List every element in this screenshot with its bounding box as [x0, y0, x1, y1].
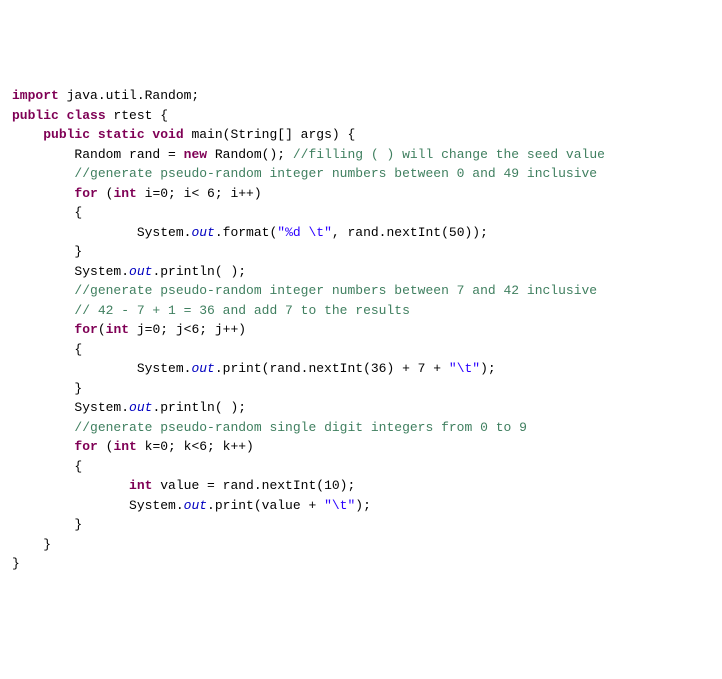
code-token: .println( );: [152, 400, 246, 415]
code-line: {: [12, 203, 710, 223]
code-token: System.: [12, 498, 184, 513]
code-token: //generate pseudo-random integer numbers…: [74, 166, 597, 181]
code-token: }: [12, 517, 82, 532]
code-token: for: [74, 186, 97, 201]
code-line: System.out.println( );: [12, 398, 710, 418]
code-token: out: [184, 498, 207, 513]
code-token: .print(value +: [207, 498, 324, 513]
code-token: java.util.Random;: [59, 88, 199, 103]
code-token: k=0; k<6; k++): [137, 439, 254, 454]
code-token: //generate pseudo-random integer numbers…: [74, 283, 597, 298]
code-token: main(String[] args) {: [184, 127, 356, 142]
code-token: int: [113, 439, 136, 454]
code-token: System.: [12, 225, 191, 240]
code-token: System.: [12, 400, 129, 415]
code-token: [12, 166, 74, 181]
code-token: "\t": [324, 498, 355, 513]
code-token: [12, 439, 74, 454]
code-token: Random();: [207, 147, 293, 162]
code-line: {: [12, 340, 710, 360]
code-token: int: [106, 322, 129, 337]
code-line: //generate pseudo-random integer numbers…: [12, 164, 710, 184]
code-token: rtest {: [106, 108, 168, 123]
code-line: Random rand = new Random(); //filling ( …: [12, 145, 710, 165]
code-token: {: [12, 342, 82, 357]
code-line: for (int i=0; i< 6; i++): [12, 184, 710, 204]
code-token: (: [98, 186, 114, 201]
code-line: {: [12, 457, 710, 477]
code-token: public class: [12, 108, 106, 123]
code-token: [12, 127, 43, 142]
code-token: i=0; i< 6; i++): [137, 186, 262, 201]
code-token: for: [74, 439, 97, 454]
code-line: public static void main(String[] args) {: [12, 125, 710, 145]
code-token: , rand.nextInt(50));: [332, 225, 488, 240]
code-token: }: [12, 381, 82, 396]
code-token: out: [191, 361, 214, 376]
code-token: .format(: [215, 225, 277, 240]
code-token: {: [12, 205, 82, 220]
code-line: import java.util.Random;: [12, 86, 710, 106]
code-token: .println( );: [152, 264, 246, 279]
code-token: );: [480, 361, 496, 376]
code-line: System.out.print(rand.nextInt(36) + 7 + …: [12, 359, 710, 379]
code-token: out: [191, 225, 214, 240]
code-token: }: [12, 244, 82, 259]
code-line: //generate pseudo-random integer numbers…: [12, 281, 710, 301]
code-token: int: [129, 478, 152, 493]
code-token: System.: [12, 264, 129, 279]
code-token: (: [98, 439, 114, 454]
code-line: }: [12, 535, 710, 555]
code-token: [12, 283, 74, 298]
code-line: int value = rand.nextInt(10);: [12, 476, 710, 496]
code-token: "\t": [449, 361, 480, 376]
code-token: "%d \t": [277, 225, 332, 240]
code-token: import: [12, 88, 59, 103]
code-token: [12, 420, 74, 435]
code-token: [12, 186, 74, 201]
code-token: //generate pseudo-random single digit in…: [74, 420, 526, 435]
code-line: }: [12, 554, 710, 574]
code-token: (: [98, 322, 106, 337]
code-line: }: [12, 379, 710, 399]
code-block: import java.util.Random;public class rte…: [12, 86, 710, 574]
code-token: out: [129, 400, 152, 415]
code-token: public static void: [43, 127, 183, 142]
code-line: for(int j=0; j<6; j++): [12, 320, 710, 340]
code-line: System.out.print(value + "\t");: [12, 496, 710, 516]
code-token: Random rand =: [12, 147, 184, 162]
code-token: [12, 478, 129, 493]
code-line: }: [12, 515, 710, 535]
code-token: // 42 - 7 + 1 = 36 and add 7 to the resu…: [74, 303, 409, 318]
code-token: j=0; j<6; j++): [129, 322, 246, 337]
code-line: //generate pseudo-random single digit in…: [12, 418, 710, 438]
code-token: );: [355, 498, 371, 513]
code-token: [12, 322, 74, 337]
code-token: {: [12, 459, 82, 474]
code-line: // 42 - 7 + 1 = 36 and add 7 to the resu…: [12, 301, 710, 321]
code-token: value = rand.nextInt(10);: [152, 478, 355, 493]
code-token: //filling ( ) will change the seed value: [293, 147, 605, 162]
code-token: for: [74, 322, 97, 337]
code-token: [12, 303, 74, 318]
code-token: }: [12, 537, 51, 552]
code-token: .print(rand.nextInt(36) + 7 +: [215, 361, 449, 376]
code-line: System.out.println( );: [12, 262, 710, 282]
code-line: }: [12, 242, 710, 262]
code-line: System.out.format("%d \t", rand.nextInt(…: [12, 223, 710, 243]
code-token: }: [12, 556, 20, 571]
code-line: public class rtest {: [12, 106, 710, 126]
code-token: int: [113, 186, 136, 201]
code-token: new: [184, 147, 207, 162]
code-token: out: [129, 264, 152, 279]
code-line: for (int k=0; k<6; k++): [12, 437, 710, 457]
code-token: System.: [12, 361, 191, 376]
